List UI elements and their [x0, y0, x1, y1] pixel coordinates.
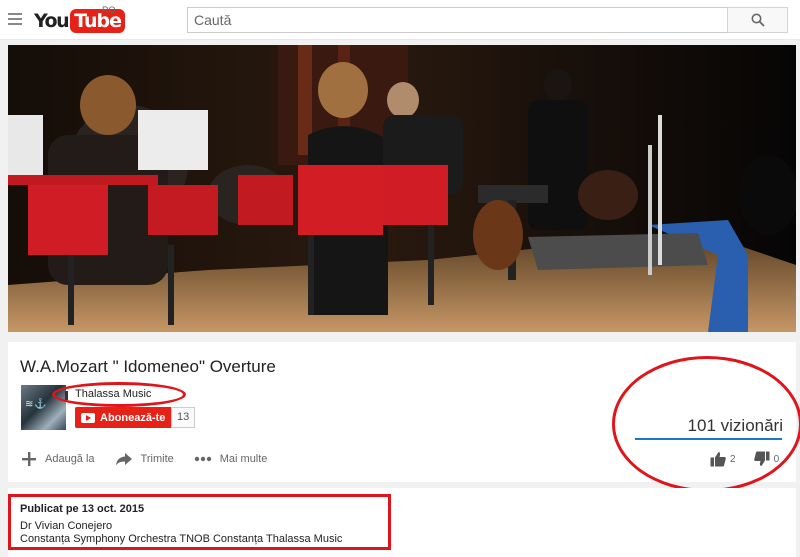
video-frame-orchestra — [8, 45, 796, 332]
subscriber-count: 13 — [171, 407, 196, 428]
youtube-logo[interactable]: You Tube RO — [34, 5, 125, 34]
thumbs-up-icon[interactable] — [710, 451, 726, 467]
thumbs-down-icon[interactable] — [753, 451, 770, 467]
annotation-circle-channel — [52, 382, 186, 407]
dislike-count: 0 — [773, 453, 780, 465]
description-card: Publicat pe 13 oct. 2015 Dr Vivian Conej… — [8, 488, 796, 557]
share-label: Trimite — [140, 453, 174, 465]
search-icon — [751, 13, 765, 27]
share-button[interactable]: Trimite — [115, 452, 174, 466]
search-input[interactable]: Caută — [187, 7, 728, 33]
youtube-play-icon — [81, 412, 95, 423]
more-label: Mai multe — [219, 453, 268, 465]
like-count: 2 — [730, 453, 736, 465]
add-to-label: Adaugă la — [45, 453, 95, 465]
menu-icon[interactable] — [8, 13, 22, 25]
subscribe-button[interactable]: Abonează-te — [75, 407, 174, 428]
more-icon — [194, 456, 211, 462]
publish-date: Publicat pe 13 oct. 2015 — [20, 503, 145, 515]
video-info-card: W.A.Mozart " Idomeneo" Overture ≋⚓ Thala… — [8, 342, 800, 492]
avatar-art: ≋⚓ — [25, 399, 48, 410]
subscribe-label: Abonează-te — [100, 411, 166, 424]
action-bar: Adaugă la Trimite Mai multe — [21, 451, 287, 467]
description-line: Dr Vivian Conejero — [20, 520, 113, 532]
video-title: W.A.Mozart " Idomeneo" Overture — [20, 357, 276, 376]
add-to-button[interactable]: Adaugă la — [21, 451, 95, 467]
description-line: Constanța Symphony Orchestra TNOB Consta… — [20, 533, 343, 545]
search-button[interactable] — [727, 7, 788, 33]
more-button[interactable]: Mai multe — [194, 453, 268, 465]
masthead: You Tube RO Caută — [0, 0, 800, 40]
rating-bar: 2 0 — [710, 451, 779, 467]
logo-tube-text: Tube — [70, 9, 125, 33]
region-label: RO — [102, 5, 116, 15]
annotation-circle-views — [612, 356, 800, 492]
logo-you-text: You — [34, 10, 70, 32]
share-icon — [115, 453, 132, 466]
video-player[interactable] — [8, 45, 796, 332]
plus-icon — [22, 452, 36, 466]
